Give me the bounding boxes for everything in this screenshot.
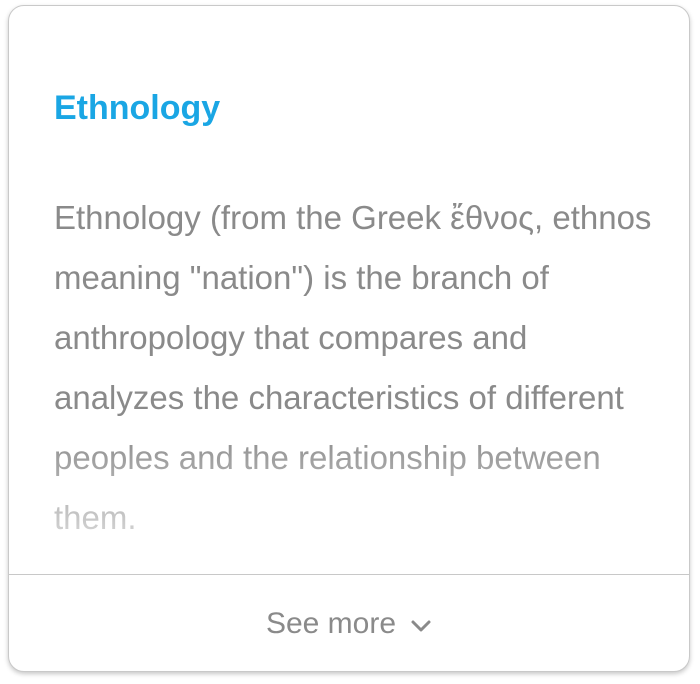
card-body: Ethnology (from the Greek ἔθνος, ethnos … — [54, 188, 654, 548]
card-title: Ethnology — [54, 89, 221, 127]
see-more-button[interactable]: See more — [9, 575, 689, 671]
chevron-down-icon — [410, 618, 432, 634]
see-more-label: See more — [265, 606, 397, 640]
article-card: Ethnology Ethnology (from the Greek ἔθνο… — [8, 5, 690, 672]
card-text: Ethnology (from the Greek ἔθνος, ethnos … — [54, 199, 652, 536]
